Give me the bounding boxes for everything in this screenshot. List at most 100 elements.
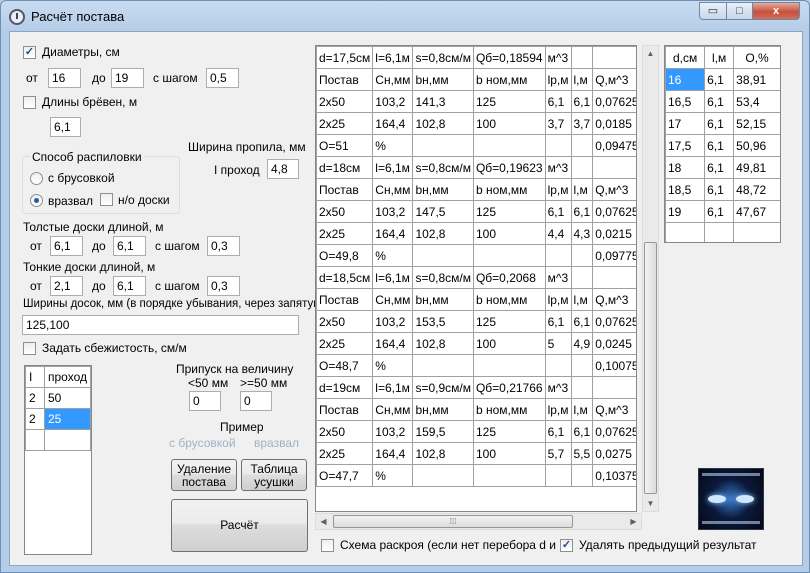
result-cell[interactable]: 100 <box>472 112 546 135</box>
summary-cell[interactable]: 18 <box>665 156 706 179</box>
result-cell[interactable]: м^3 <box>544 46 572 69</box>
result-cell[interactable] <box>592 46 636 69</box>
result-cell[interactable]: 6,1 <box>544 310 572 333</box>
close-button[interactable]: x <box>752 2 800 20</box>
result-cell[interactable]: Постав <box>316 288 374 311</box>
result-cell[interactable] <box>570 46 594 69</box>
table-row[interactable]: 2x25 164,4 102,8 100 5 4,9 0,0245 <box>316 332 636 355</box>
table-row[interactable]: 17 6,1 52,15 <box>665 112 780 135</box>
result-cell[interactable]: 0,0215 <box>592 222 636 245</box>
result-cell[interactable]: lр,м <box>544 178 572 201</box>
result-cell[interactable]: 0,0185 <box>592 112 636 135</box>
result-cell[interactable]: Q,м^3 <box>592 288 636 311</box>
result-cell[interactable]: 6,1 <box>544 420 572 443</box>
result-cell[interactable]: d=18см <box>316 156 374 179</box>
result-cell[interactable]: 6,1 <box>570 90 594 113</box>
result-cell[interactable]: 159,5 <box>412 420 474 443</box>
summary-cell[interactable]: 38,91 <box>733 68 780 91</box>
result-cell[interactable]: Qб=0,18594 <box>472 46 546 69</box>
example-with-cant-link[interactable]: с брусовкой <box>169 436 236 450</box>
delete-setup-button[interactable]: Удаление постава <box>171 459 237 491</box>
result-cell[interactable] <box>570 266 594 289</box>
result-cell[interactable] <box>412 354 474 377</box>
result-cell[interactable] <box>472 244 546 267</box>
result-cell[interactable]: 102,8 <box>412 442 474 465</box>
result-cell[interactable]: d=19см <box>316 376 374 399</box>
result-cell[interactable]: 2x25 <box>316 442 374 465</box>
result-cell[interactable]: 5 <box>544 332 572 355</box>
scroll-left-arrow-icon[interactable]: ◀ <box>316 514 331 529</box>
result-cell[interactable]: O=48,7 <box>316 354 374 377</box>
method-through-radio[interactable] <box>30 194 43 207</box>
result-cell[interactable]: l,м <box>570 398 594 421</box>
result-header-row[interactable]: d=19см l=6,1м s=0,9см/м Qб=0,21766 м^3 <box>316 376 636 399</box>
result-cell[interactable] <box>472 464 546 487</box>
result-cell[interactable]: bн,мм <box>412 178 474 201</box>
result-cell[interactable]: 125 <box>472 310 546 333</box>
result-cell[interactable]: 4,3 <box>570 222 594 245</box>
result-cell[interactable]: s=0,8см/м <box>412 156 474 179</box>
summary-cell[interactable]: 6,1 <box>704 178 735 201</box>
result-cell[interactable] <box>570 134 594 157</box>
summary-cell[interactable]: 19 <box>665 200 706 223</box>
table-row-new[interactable] <box>665 222 780 242</box>
result-cell[interactable]: b ном,мм <box>472 288 546 311</box>
result-cell[interactable]: 164,4 <box>372 112 414 135</box>
summary-cell[interactable]: 17 <box>665 112 706 135</box>
result-cell[interactable]: d=17,5см <box>316 46 374 69</box>
result-cell[interactable]: 0,0245 <box>592 332 636 355</box>
result-cell[interactable] <box>570 354 594 377</box>
results-vertical-scroll-thumb[interactable] <box>644 242 657 494</box>
passes-col-i[interactable]: I <box>25 366 45 388</box>
diameters-checkbox[interactable]: ✓ <box>23 46 36 59</box>
table-row-new[interactable] <box>25 429 91 451</box>
table-row[interactable]: 2 50 <box>25 387 91 409</box>
result-cell[interactable]: 125 <box>472 420 546 443</box>
result-cell[interactable] <box>570 156 594 179</box>
result-cell[interactable]: 164,4 <box>372 332 414 355</box>
passes-cell[interactable]: 2 <box>25 387 45 409</box>
result-cell[interactable]: 164,4 <box>372 442 414 465</box>
results-horizontal-scrollbar[interactable]: ◀ ⁞⁞⁞ ▶ <box>315 513 642 530</box>
result-cell[interactable]: 102,8 <box>412 112 474 135</box>
title-bar[interactable]: Расчёт постава ▭ □ x <box>1 1 809 31</box>
result-cell[interactable]: Постав <box>316 178 374 201</box>
table-row[interactable]: 19 6,1 47,67 <box>665 200 780 223</box>
summary-cell[interactable]: 52,15 <box>733 112 780 135</box>
result-header-row[interactable]: d=17,5см l=6,1м s=0,8см/м Qб=0,18594 м^3 <box>316 46 636 69</box>
result-header-row[interactable]: d=18см l=6,1м s=0,8см/м Qб=0,19623 м^3 <box>316 156 636 179</box>
result-cell[interactable]: 3,7 <box>570 112 594 135</box>
calculate-button[interactable]: Расчёт <box>171 499 308 552</box>
summary-cell[interactable]: 16 <box>665 68 706 91</box>
table-row[interactable]: 16,5 6,1 53,4 <box>665 90 780 113</box>
summary-cell[interactable]: 18,5 <box>665 178 706 201</box>
cutting-scheme-checkbox[interactable] <box>321 539 334 552</box>
table-row[interactable]: 2x25 164,4 102,8 100 4,4 4,3 0,0215 <box>316 222 636 245</box>
allowance-lt-input[interactable]: 0 <box>189 391 221 411</box>
result-cell[interactable] <box>472 354 546 377</box>
table-row[interactable]: 2x50 103,2 147,5 125 6,1 6,1 0,07625 <box>316 200 636 223</box>
summary-cell[interactable]: 16,5 <box>665 90 706 113</box>
result-cell[interactable]: bн,мм <box>412 288 474 311</box>
result-cell[interactable]: l,м <box>570 178 594 201</box>
result-cell[interactable]: 5,5 <box>570 442 594 465</box>
result-cell[interactable] <box>412 464 474 487</box>
result-cell[interactable]: 2x25 <box>316 222 374 245</box>
thick-step-input[interactable]: 0,3 <box>207 236 240 256</box>
result-cell[interactable]: Сн,мм <box>372 178 414 201</box>
delete-previous-checkbox[interactable]: ✓ <box>560 539 573 552</box>
result-cell[interactable] <box>592 376 636 399</box>
log-length-input[interactable]: 6,1 <box>50 117 81 137</box>
table-row[interactable]: 18 6,1 49,81 <box>665 156 780 179</box>
table-row[interactable]: 16 6,1 38,91 <box>665 68 780 91</box>
result-cell[interactable]: 2x50 <box>316 200 374 223</box>
summary-cell[interactable]: 50,96 <box>733 134 780 157</box>
result-cell[interactable]: 2x50 <box>316 420 374 443</box>
maximize-button[interactable]: □ <box>726 2 753 20</box>
result-cell[interactable]: b ном,мм <box>472 68 546 91</box>
result-cell[interactable]: l=6,1м <box>372 46 414 69</box>
summary-header-row[interactable]: d,см l,м O,% <box>665 46 780 69</box>
table-row[interactable]: 2x25 164,4 102,8 100 3,7 3,7 0,0185 <box>316 112 636 135</box>
scroll-down-arrow-icon[interactable]: ▼ <box>643 496 658 511</box>
scroll-right-arrow-icon[interactable]: ▶ <box>626 514 641 529</box>
